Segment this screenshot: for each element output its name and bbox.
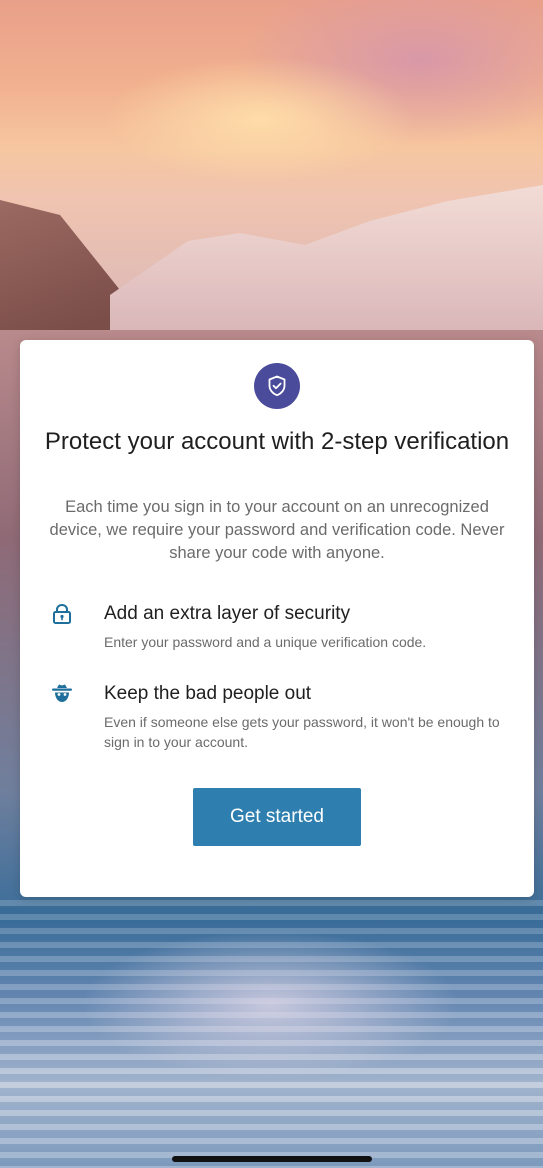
feature-title: Keep the bad people out bbox=[104, 683, 312, 704]
lock-icon bbox=[50, 602, 74, 626]
shield-check-icon bbox=[254, 363, 300, 409]
page-description: Each time you sign in to your account on… bbox=[49, 498, 505, 562]
feature-title: Add an extra layer of security bbox=[104, 603, 351, 624]
spy-icon bbox=[50, 682, 74, 706]
verification-card: Protect your account with 2-step verific… bbox=[20, 340, 534, 897]
get-started-button[interactable]: Get started bbox=[193, 788, 361, 846]
screen: Protect your account with 2-step verific… bbox=[0, 0, 543, 1168]
feature-description: Even if someone else gets your password,… bbox=[104, 714, 500, 750]
home-indicator[interactable] bbox=[172, 1156, 372, 1162]
background-water-highlight bbox=[80, 930, 460, 1080]
page-title: Protect your account with 2-step verific… bbox=[44, 428, 510, 455]
feature-description: Enter your password and a unique verific… bbox=[104, 634, 427, 650]
